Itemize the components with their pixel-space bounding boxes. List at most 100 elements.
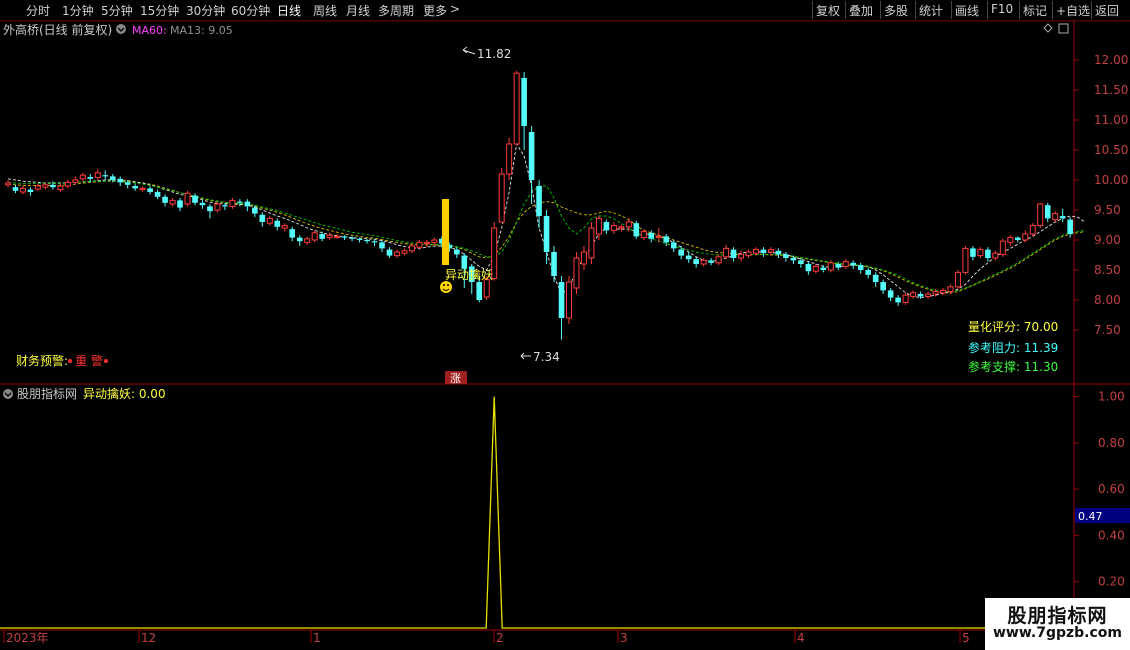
stock-chart: 外高桥(日线 前复权) MA60: MA13: 9.05 7.50 8.00 8.5… [0,20,1130,645]
candle-body-down [177,200,183,208]
candle-body-down [790,258,797,261]
candle-body-up [992,252,999,259]
candle-body-up [139,187,146,191]
candle-body-up [423,241,430,245]
candle-body-down [887,290,894,298]
candle-body-up [588,227,595,259]
candle-body-down [356,238,363,240]
warning-dot-left [68,359,72,363]
watermark-line1: 股朋指标网 [1007,605,1108,627]
price-tick-label: 9.50 [1094,203,1121,217]
ind-tick-label: 0.20 [1098,575,1125,589]
title-dropdown-icon[interactable] [116,24,126,34]
candle-body-down [1044,205,1051,219]
candle-body-down [633,223,640,237]
candle-body-down [536,186,542,216]
watermark-line2: www.7gpzb.com [992,625,1122,641]
price-tick-label: 9.00 [1094,233,1121,247]
diamond-icon[interactable] [1043,23,1053,33]
candle-body-up [954,271,961,288]
candle-body-down [1067,219,1073,234]
candle-body-down [162,196,168,203]
candle-body-up [169,199,176,205]
candle-body-down [1015,237,1021,240]
smiley-icon [440,281,452,293]
candle-body-up [334,235,341,238]
candle-body-down [850,262,857,266]
candle-body-up [977,249,984,257]
candle-body-up [962,247,969,273]
candle-body-up [408,245,415,252]
candle-body-down [364,240,370,242]
candle-body-up [700,259,707,265]
candle-body-up [1022,233,1029,241]
candle-body-up [513,72,520,145]
price-tick-label: 11.50 [1094,83,1128,97]
candle-body-down [192,195,198,203]
candle-body-down [102,175,109,177]
candle-body-up [812,265,819,272]
price-axis: 7.50 8.00 8.50 9.00 9.50 10.00 10.50 11.00 11.50… [1074,53,1128,337]
candle-body-down [237,201,243,203]
candle-body-up [431,239,438,243]
candle-body-up [5,182,11,186]
candle-body-up [416,241,423,248]
low-arrow [520,352,531,360]
candle-body-up [483,279,490,298]
candle-body-down [154,192,161,197]
candle-body-down [319,234,325,239]
settings-box-icon[interactable] [1058,23,1069,34]
candle-body-up [229,199,236,207]
indicator-dropdown-icon[interactable] [3,389,13,399]
candle-body-up [715,256,722,264]
candle-body-up [999,240,1006,255]
candle-body-down [783,254,789,258]
candle-body-up [1037,203,1044,227]
candle-body-down [379,242,385,249]
candle-body-up [932,291,939,295]
candle-body-up [940,289,946,294]
date-axis: 2023年 12 1 2 3 4 5 [3,630,970,645]
candle-body-down [693,259,699,264]
candle-body-up [266,217,273,224]
candle-body-up [947,286,954,293]
candle-body-down [872,274,879,282]
date-label: 2 [496,631,504,645]
ind-tick-label: 1.00 [1098,390,1125,404]
watermark: 股朋指标网 www.7gpzb.com [985,598,1130,650]
candle-body-down [648,232,655,239]
candle-body-down [87,177,94,179]
candle-body-up [281,225,288,229]
date-label: 1 [313,631,321,645]
candle-body-down [678,249,684,256]
candle-body-down [341,236,348,238]
candle-body-up [94,172,101,179]
candle-body-up [1052,213,1059,221]
candle-body-up [184,192,191,205]
candle-body-up [842,261,849,267]
price-tick-label: 8.00 [1094,293,1121,307]
candle-body-down [798,260,804,264]
candle-body-down [670,242,677,249]
candle-body-up [595,217,602,235]
indicator-value: 异动擒妖: 0.00 [83,386,166,401]
chart-title: 外高桥(日线 前复权) [3,22,112,37]
candle-body-up [393,251,400,257]
candle-body-up [745,251,752,257]
candle-body-up [625,221,632,228]
candle-body-down [454,249,460,255]
candlesticks [5,70,1073,340]
candle-body-down [865,270,871,275]
warning-value: 重 警 [75,353,103,368]
candle-body-up [618,226,625,229]
candle-body-up [640,231,647,239]
high-label: 11.82 [477,47,511,61]
indicator-line [0,396,985,629]
price-tick-label: 12.00 [1094,53,1128,67]
low-label: 7.34 [533,350,560,364]
candle-body-up [1007,237,1014,243]
candle-body-down [222,205,228,207]
candle-body-up [767,249,774,253]
candle-body-down [371,241,378,243]
candle-body-down [1059,216,1066,219]
